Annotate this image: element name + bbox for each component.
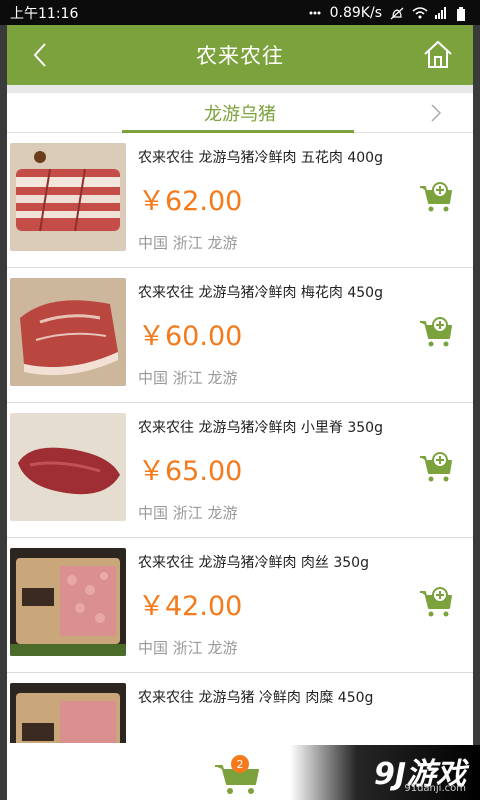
status-time: 上午11:16 xyxy=(10,5,79,22)
battery-icon xyxy=(456,6,470,21)
add-to-cart-button[interactable] xyxy=(419,316,453,348)
home-icon xyxy=(424,40,452,68)
add-cart-icon xyxy=(420,182,452,212)
product-origin: 中国 浙江 龙游 xyxy=(138,234,238,252)
product-name: 农来农往 龙游乌猪冷鲜肉 肉丝 350g xyxy=(138,555,369,571)
tab-longyou-pig[interactable]: 龙游乌猪 xyxy=(204,100,276,126)
product-item[interactable]: 农来农往 龙游乌猪冷鲜肉 小里脊 350g ￥65.00 中国 浙江 龙游 xyxy=(7,403,473,538)
product-item[interactable]: 农来农往 龙游乌猪冷鲜肉 五花肉 400g ￥62.00 中国 浙江 龙游 xyxy=(7,133,473,268)
product-name: 农来农往 龙游乌猪冷鲜肉 梅花肉 450g xyxy=(138,285,383,301)
wifi-icon xyxy=(412,6,428,19)
product-price: ￥62.00 xyxy=(138,186,243,217)
product-image xyxy=(10,278,126,386)
category-tabbar: 龙游乌猪 xyxy=(7,93,473,133)
product-name: 农来农往 龙游乌猪冷鲜肉 五花肉 400g xyxy=(138,150,383,166)
product-price: ￥60.00 xyxy=(138,321,243,352)
home-button[interactable] xyxy=(421,37,455,71)
cell-signal-icon xyxy=(434,6,448,19)
add-to-cart-button[interactable] xyxy=(419,586,453,618)
product-origin: 中国 浙江 龙游 xyxy=(138,369,238,387)
add-to-cart-button[interactable] xyxy=(419,451,453,483)
back-button[interactable] xyxy=(25,39,55,71)
add-cart-icon xyxy=(420,587,452,617)
product-price: ￥42.00 xyxy=(138,591,243,622)
status-bar: 上午11:16 0.89K/s xyxy=(0,0,480,25)
product-image xyxy=(10,143,126,251)
signal-dots-icon xyxy=(308,7,322,19)
mute-bell-icon xyxy=(390,7,404,19)
product-price: ￥65.00 xyxy=(138,456,243,487)
product-item[interactable]: 农来农往 龙游乌猪冷鲜肉 梅花肉 450g ￥60.00 中国 浙江 龙游 xyxy=(7,268,473,403)
app-window: 农来农往 龙游乌猪 农来农往 龙游乌猪冷鲜肉 五花肉 400g ￥62.00 中… xyxy=(7,25,473,800)
network-speed: 0.89K/s xyxy=(329,4,382,21)
add-cart-icon xyxy=(420,452,452,482)
add-to-cart-button[interactable] xyxy=(419,181,453,213)
product-name: 农来农往 龙游乌猪冷鲜肉 小里脊 350g xyxy=(138,420,383,436)
product-image xyxy=(10,413,126,521)
product-name: 农来农往 龙游乌猪 冷鲜肉 肉糜 450g xyxy=(138,690,374,706)
cart-count-badge: 2 xyxy=(231,755,249,773)
chevron-right-icon[interactable] xyxy=(429,103,443,123)
product-item[interactable]: 农来农往 龙游乌猪冷鲜肉 肉丝 350g ￥42.00 中国 浙江 龙游 xyxy=(7,538,473,673)
page-title: 农来农往 xyxy=(196,44,284,68)
product-image xyxy=(10,548,126,656)
watermark: 9J游戏 91danji.com xyxy=(290,745,480,800)
header-divider xyxy=(7,85,473,93)
app-header: 农来农往 xyxy=(7,25,473,85)
watermark-url: 91danji.com xyxy=(404,783,466,794)
product-origin: 中国 浙江 龙游 xyxy=(138,639,238,657)
add-cart-icon xyxy=(420,317,452,347)
product-list: 农来农往 龙游乌猪冷鲜肉 五花肉 400g ￥62.00 中国 浙江 龙游 农来… xyxy=(7,133,473,800)
product-origin: 中国 浙江 龙游 xyxy=(138,504,238,522)
chevron-left-icon xyxy=(33,43,46,67)
